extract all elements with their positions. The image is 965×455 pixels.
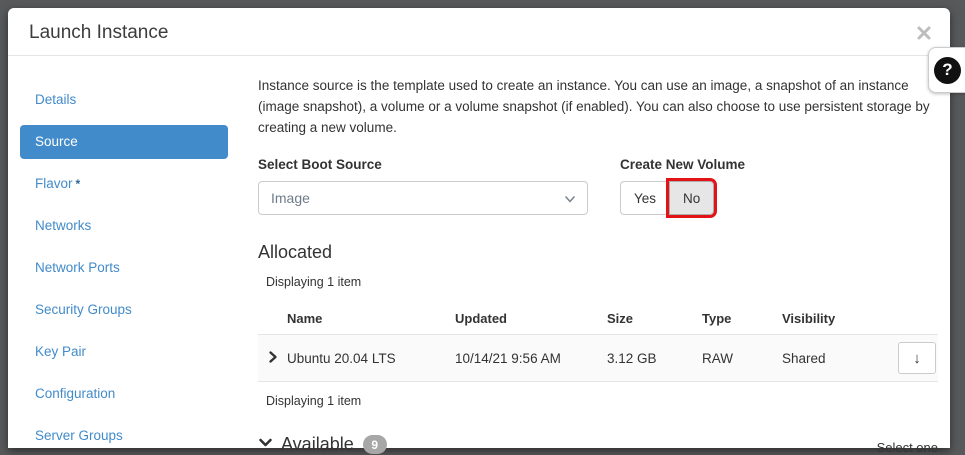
row-name: Ubuntu 20.04 LTS (287, 351, 455, 366)
boot-source-selected-value: Image (271, 190, 310, 206)
help-button[interactable]: ? (928, 47, 965, 93)
sidebar-item-source[interactable]: Source (20, 125, 228, 159)
available-collapse-toggle[interactable]: Available (258, 434, 354, 455)
available-count-badge: 9 (363, 435, 387, 454)
column-header-size: Size (607, 311, 702, 326)
available-heading: Available (281, 434, 354, 455)
close-button[interactable] (916, 24, 934, 42)
chevron-down-icon (258, 436, 273, 454)
sidebar-item-networks[interactable]: Networks (20, 209, 228, 243)
close-icon (916, 25, 934, 41)
table-row: Ubuntu 20.04 LTS 10/14/21 9:56 AM 3.12 G… (258, 334, 938, 382)
sidebar-item-configuration[interactable]: Configuration (20, 377, 228, 411)
available-section-header: Available 9 Select one (258, 434, 938, 455)
row-type: RAW (702, 351, 782, 366)
create-volume-label: Create New Volume (620, 157, 745, 172)
row-updated: 10/14/21 9:56 AM (455, 351, 607, 366)
source-step-content: Instance source is the template used to … (258, 56, 950, 448)
modal-title: Launch Instance (29, 22, 930, 44)
create-volume-toggle: Yes No (620, 181, 745, 215)
sidebar-item-details[interactable]: Details (20, 83, 228, 117)
sidebar-item-network-ports[interactable]: Network Ports (20, 251, 228, 285)
deallocate-button[interactable]: ↓ (898, 342, 936, 374)
sidebar-item-security-groups[interactable]: Security Groups (20, 293, 228, 327)
create-volume-field: Create New Volume Yes No (620, 157, 745, 215)
column-header-visibility: Visibility (782, 311, 878, 326)
sidebar-item-key-pair[interactable]: Key Pair (20, 335, 228, 369)
allocated-heading: Allocated (258, 242, 938, 263)
allocated-footer-text: Displaying 1 item (258, 394, 938, 408)
wizard-sidebar: Details Source Flavor* Networks Network … (8, 56, 258, 448)
row-expander[interactable] (258, 350, 287, 367)
allocated-table-header: Name Updated Size Type Visibility (258, 302, 938, 334)
allocated-table: Name Updated Size Type Visibility (258, 302, 938, 382)
chevron-down-icon (563, 192, 577, 211)
boot-source-select[interactable]: Image (258, 181, 588, 215)
sidebar-item-label: Flavor (35, 176, 73, 191)
column-header-type: Type (702, 311, 782, 326)
sidebar-item-flavor[interactable]: Flavor* (20, 167, 228, 201)
create-volume-yes-button[interactable]: Yes (620, 181, 669, 215)
boot-source-label: Select Boot Source (258, 157, 588, 172)
chevron-right-icon (267, 350, 279, 367)
modal-header: Launch Instance (8, 8, 950, 56)
row-action-cell: ↓ (878, 342, 938, 374)
arrow-down-icon: ↓ (913, 350, 921, 367)
launch-instance-modal: Launch Instance Details Source Flavor* N… (8, 8, 950, 448)
boot-source-field: Select Boot Source Image (258, 157, 588, 215)
row-visibility: Shared (782, 351, 878, 366)
modal-body: Details Source Flavor* Networks Network … (8, 56, 950, 448)
create-volume-no-button[interactable]: No (669, 181, 714, 215)
column-header-name: Name (287, 311, 455, 326)
source-description: Instance source is the template used to … (258, 75, 938, 138)
row-size: 3.12 GB (607, 351, 702, 366)
column-header-updated: Updated (455, 311, 607, 326)
required-asterisk: * (76, 177, 81, 191)
boot-source-form-row: Select Boot Source Image Create New Volu… (258, 157, 938, 215)
allocated-count-text: Displaying 1 item (258, 275, 938, 289)
question-mark-icon: ? (934, 57, 961, 84)
